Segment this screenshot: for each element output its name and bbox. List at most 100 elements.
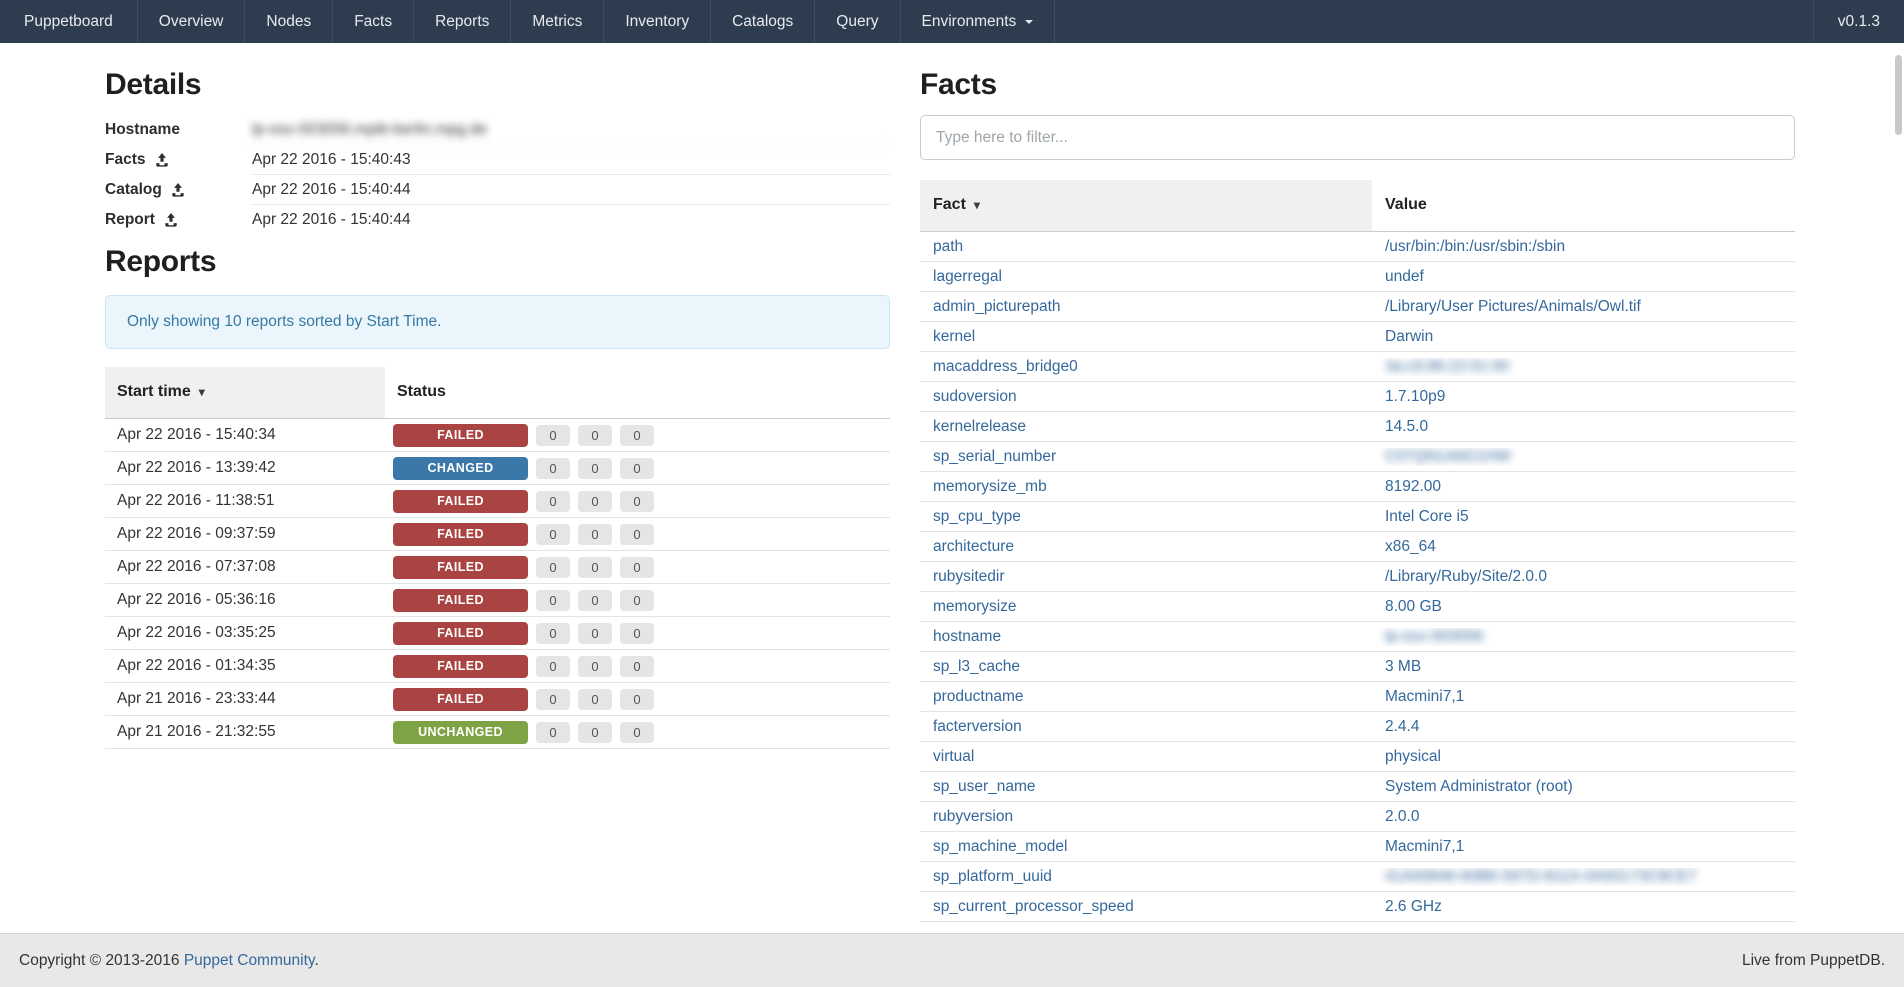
nav-item-metrics[interactable]: Metrics	[511, 0, 604, 43]
fact-name-cell: macaddress_bridge0	[920, 358, 1372, 376]
nav-item-query[interactable]: Query	[815, 0, 900, 43]
fact-value-link[interactable]: 2.4.4	[1385, 718, 1419, 735]
fact-name-link[interactable]: macaddress_bridge0	[933, 358, 1078, 375]
footer-status-text: Live from PuppetDB.	[1742, 952, 1885, 970]
fact-name-link[interactable]: kernel	[933, 328, 975, 345]
column-header-fact-label: Fact	[933, 196, 966, 214]
fact-name-link[interactable]: sp_serial_number	[933, 448, 1056, 465]
fact-name-link[interactable]: path	[933, 238, 963, 255]
fact-value-link[interactable]: 2.6 GHz	[1385, 898, 1442, 915]
fact-name-link[interactable]: sp_machine_model	[933, 838, 1067, 855]
fact-value-link[interactable]: undef	[1385, 268, 1424, 285]
fact-value-link[interactable]: 2.0.0	[1385, 808, 1419, 825]
report-row: Apr 22 2016 - 09:37:59FAILED000	[105, 518, 890, 551]
report-status-cell: FAILED000	[385, 490, 890, 513]
fact-name-link[interactable]: kernelrelease	[933, 418, 1026, 435]
fact-name-cell: rubyversion	[920, 808, 1372, 826]
fact-value-link[interactable]: Macmini7,1	[1385, 688, 1464, 705]
count-pill: 0	[620, 557, 654, 578]
fact-name-link[interactable]: sp_platform_uuid	[933, 868, 1052, 885]
report-status-cell: FAILED000	[385, 622, 890, 645]
fact-value-link[interactable]: Darwin	[1385, 328, 1433, 345]
scrollbar-thumb[interactable]	[1895, 55, 1902, 135]
fact-value-link[interactable]: /Library/User Pictures/Animals/Owl.tif	[1385, 298, 1641, 315]
fact-value-link[interactable]: /usr/bin:/bin:/usr/sbin:/sbin	[1385, 238, 1565, 255]
fact-name-link[interactable]: sp_cpu_type	[933, 508, 1021, 525]
puppet-community-link[interactable]: Puppet Community	[184, 952, 315, 969]
fact-name-link[interactable]: virtual	[933, 748, 974, 765]
upload-icon[interactable]	[155, 153, 169, 167]
facts-filter-input[interactable]	[920, 115, 1795, 160]
detail-label: Report	[105, 205, 252, 235]
fact-name-link[interactable]: memorysize	[933, 598, 1017, 615]
fact-name-link[interactable]: memorysize_mb	[933, 478, 1047, 495]
report-row: Apr 22 2016 - 11:38:51FAILED000	[105, 485, 890, 518]
nav-dropdown-environments[interactable]: Environments	[901, 0, 1056, 43]
status-badge: CHANGED	[393, 457, 528, 480]
fact-value-link[interactable]: Macmini7,1	[1385, 838, 1464, 855]
fact-value-link[interactable]: Intel Core i5	[1385, 508, 1469, 525]
nav-item-inventory[interactable]: Inventory	[604, 0, 711, 43]
fact-value-link[interactable]: physical	[1385, 748, 1441, 765]
nav-item-nodes[interactable]: Nodes	[245, 0, 333, 43]
fact-name-link[interactable]: sudoversion	[933, 388, 1017, 405]
column-header-status[interactable]: Status	[385, 367, 890, 418]
count-pill: 0	[620, 590, 654, 611]
status-badge: UNCHANGED	[393, 721, 528, 744]
fact-name-link[interactable]: rubyversion	[933, 808, 1013, 825]
nav-item-reports[interactable]: Reports	[414, 0, 511, 43]
count-pill: 0	[620, 524, 654, 545]
upload-icon[interactable]	[164, 213, 178, 227]
fact-name-cell: hostname	[920, 628, 1372, 646]
fact-name-link[interactable]: hostname	[933, 628, 1001, 645]
count-pill: 0	[620, 425, 654, 446]
sort-descending-icon: ▾	[199, 385, 205, 399]
status-badge: FAILED	[393, 523, 528, 546]
fact-name-cell: sp_current_processor_speed	[920, 898, 1372, 916]
status-badge: FAILED	[393, 688, 528, 711]
detail-value: lp-osx-003056.mpib-berlin.mpg.de	[252, 115, 890, 145]
fact-name-link[interactable]: admin_picturepath	[933, 298, 1061, 315]
fact-value-link[interactable]: 3 MB	[1385, 658, 1421, 675]
fact-value-link[interactable]: 3a:c9:86:22:01:00	[1385, 358, 1509, 375]
detail-label-text: Report	[105, 211, 155, 229]
fact-value-link[interactable]: System Administrator (root)	[1385, 778, 1573, 795]
fact-value-link[interactable]: 8192.00	[1385, 478, 1441, 495]
column-header-fact[interactable]: Fact ▾	[920, 180, 1372, 231]
fact-name-link[interactable]: lagerregal	[933, 268, 1002, 285]
fact-name-link[interactable]: sp_current_processor_speed	[933, 898, 1134, 915]
fact-name-link[interactable]: productname	[933, 688, 1023, 705]
column-header-value[interactable]: Value	[1372, 180, 1795, 231]
fact-value-cell: 2.6 GHz	[1372, 898, 1795, 916]
report-status-cell: FAILED000	[385, 424, 890, 447]
count-pill: 0	[620, 722, 654, 743]
fact-name-link[interactable]: architecture	[933, 538, 1014, 555]
fact-value-link[interactable]: /Library/Ruby/Site/2.0.0	[1385, 568, 1547, 585]
fact-value-cell: undef	[1372, 268, 1795, 286]
fact-value-link[interactable]: x86_64	[1385, 538, 1436, 555]
detail-label: Catalog	[105, 175, 252, 205]
nav-item-overview[interactable]: Overview	[138, 0, 246, 43]
fact-name-link[interactable]: sp_l3_cache	[933, 658, 1020, 675]
fact-value-link[interactable]: 8.00 GB	[1385, 598, 1442, 615]
column-header-start-time[interactable]: Start time ▾	[105, 367, 385, 418]
fact-value-cell: 3a:c9:86:22:01:00	[1372, 358, 1795, 376]
fact-name-link[interactable]: rubysitedir	[933, 568, 1005, 585]
fact-value-link[interactable]: 14.5.0	[1385, 418, 1428, 435]
navbar-brand[interactable]: Puppetboard	[0, 0, 138, 43]
fact-value-link[interactable]: 1.7.10p9	[1385, 388, 1445, 405]
nav-item-catalogs[interactable]: Catalogs	[711, 0, 815, 43]
fact-value-link[interactable]: 41A00846-60B6-597D-811A-0A93173C9CE7	[1385, 868, 1697, 885]
report-row: Apr 21 2016 - 23:33:44FAILED000	[105, 683, 890, 716]
fact-value-link[interactable]: C07QN1A6G1HW	[1385, 448, 1511, 465]
nav-item-facts[interactable]: Facts	[333, 0, 414, 43]
status-badge: FAILED	[393, 490, 528, 513]
fact-name-link[interactable]: facterversion	[933, 718, 1022, 735]
fact-row: rubyversion 2.0.0	[920, 802, 1795, 832]
reports-table: Start time ▾ Status Apr 22 2016 - 15:40:…	[105, 367, 890, 749]
fact-value-link[interactable]: lp-osx-003056	[1385, 628, 1483, 645]
fact-name-link[interactable]: sp_user_name	[933, 778, 1036, 795]
count-pill: 0	[578, 623, 612, 644]
upload-icon[interactable]	[171, 183, 185, 197]
count-pill: 0	[620, 689, 654, 710]
